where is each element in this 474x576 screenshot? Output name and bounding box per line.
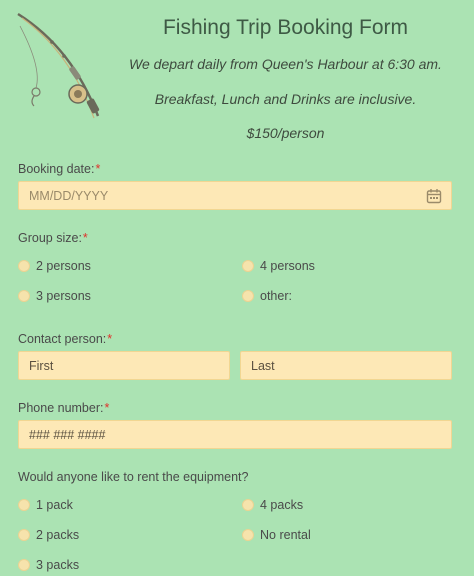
group-size-option-3[interactable]: 3 persons	[18, 289, 91, 303]
contact-person-label-text: Contact person:	[18, 332, 107, 346]
price-info: $150/person	[246, 125, 325, 141]
group-size-label: Group size:*	[18, 231, 88, 245]
equipment-rental-label: Would anyone like to rent the equipment?	[18, 470, 249, 484]
phone-number-label: Phone number:*	[18, 401, 109, 415]
radio-button[interactable]	[242, 260, 254, 272]
radio-button[interactable]	[18, 499, 30, 511]
booking-date-label: Booking date:*	[18, 162, 100, 176]
first-name-input[interactable]: First	[18, 351, 230, 380]
booking-form: Fishing Trip Booking Form We depart dail…	[0, 0, 474, 576]
radio-button[interactable]	[18, 559, 30, 571]
radio-button[interactable]	[242, 499, 254, 511]
equipment-option-3-packs[interactable]: 3 packs	[18, 558, 79, 572]
group-size-label-text: Group size:	[18, 231, 82, 245]
first-name-placeholder: First	[29, 358, 54, 373]
option-label: 4 packs	[260, 498, 304, 512]
last-name-input[interactable]: Last	[240, 351, 452, 380]
calendar-icon[interactable]	[426, 188, 442, 204]
radio-button[interactable]	[242, 529, 254, 541]
group-size-option-4[interactable]: 4 persons	[242, 259, 315, 273]
fishing-rod-icon	[17, 12, 100, 119]
required-marker: *	[95, 162, 101, 176]
radio-button[interactable]	[18, 529, 30, 541]
phone-placeholder: ### ### ####	[29, 427, 106, 442]
equipment-option-no-rental[interactable]: No rental	[242, 528, 311, 542]
option-label: 1 pack	[36, 498, 73, 512]
group-size-option-other[interactable]: other:	[242, 289, 292, 303]
option-label: 3 packs	[36, 558, 80, 572]
option-label: 2 persons	[36, 259, 91, 273]
option-label: 2 packs	[36, 528, 80, 542]
required-marker: *	[104, 401, 110, 415]
option-label: No rental	[260, 528, 311, 542]
radio-button[interactable]	[18, 260, 30, 272]
phone-number-label-text: Phone number:	[18, 401, 104, 415]
equipment-option-4-packs[interactable]: 4 packs	[242, 498, 303, 512]
last-name-placeholder: Last	[251, 358, 275, 373]
equipment-option-1-pack[interactable]: 1 pack	[18, 498, 73, 512]
option-label: 4 persons	[260, 259, 315, 273]
form-title: Fishing Trip Booking Form	[162, 16, 409, 39]
booking-date-label-text: Booking date:	[18, 162, 95, 176]
required-marker: *	[82, 231, 88, 245]
phone-number-input[interactable]: ### ### ####	[18, 420, 452, 449]
equipment-option-2-packs[interactable]: 2 packs	[18, 528, 79, 542]
booking-date-placeholder: MM/DD/YYYY	[29, 188, 109, 203]
option-label: other:	[260, 289, 292, 303]
booking-date-input[interactable]: MM/DD/YYYY	[18, 181, 452, 210]
departure-info: We depart daily from Queen's Harbour at …	[129, 56, 442, 72]
contact-person-label: Contact person:*	[18, 332, 112, 346]
radio-button[interactable]	[18, 290, 30, 302]
group-size-option-2[interactable]: 2 persons	[18, 259, 91, 273]
option-label: 3 persons	[36, 289, 91, 303]
meals-info: Breakfast, Lunch and Drinks are inclusiv…	[154, 91, 417, 107]
radio-button[interactable]	[242, 290, 254, 302]
required-marker: *	[107, 332, 113, 346]
